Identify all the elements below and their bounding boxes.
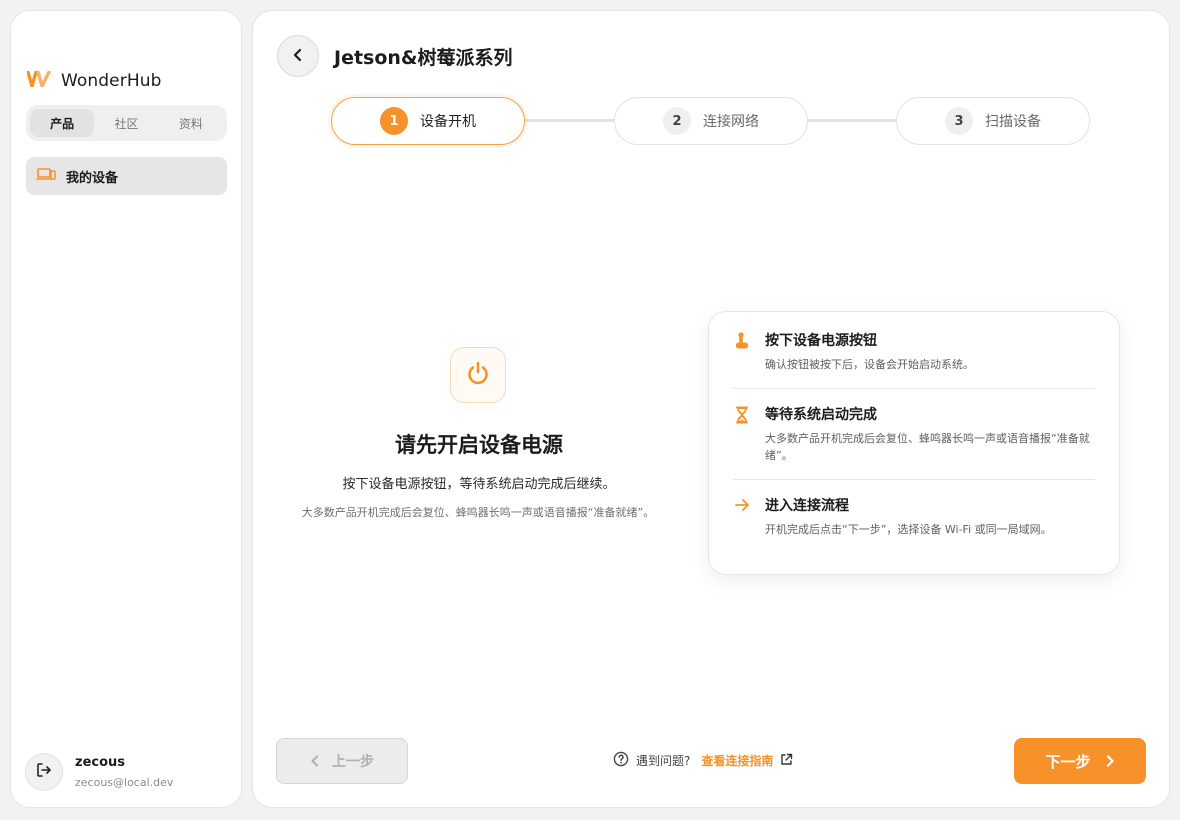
step-scan-devices[interactable]: 3 扫描设备 bbox=[896, 97, 1090, 145]
divider bbox=[733, 479, 1095, 480]
help-section: 遇到问题? 查看连接指南 bbox=[613, 751, 793, 770]
chevron-right-icon bbox=[1105, 752, 1115, 771]
sidebar-item-my-devices[interactable]: 我的设备 bbox=[26, 157, 227, 195]
sidebar-item-label: 我的设备 bbox=[66, 170, 119, 186]
hero-note: 大多数产品开机完成后会复位、蜂鸣器长鸣一声或语音播报“准备就绪”。 bbox=[301, 506, 655, 519]
arrow-right-icon bbox=[734, 497, 750, 538]
user-email: zecous@local.dev bbox=[75, 776, 174, 789]
step-connect-network[interactable]: 2 连接网络 bbox=[614, 97, 808, 145]
section-switcher: 产品 社区 资料 bbox=[26, 105, 227, 141]
instruction-desc: 大多数产品开机完成后会复位、蜂鸣器长鸣一声或语音播报“准备就绪”。 bbox=[765, 432, 1090, 462]
step-number: 1 bbox=[380, 107, 408, 135]
step-connector bbox=[524, 119, 616, 122]
connection-guide-link[interactable]: 查看连接指南 bbox=[701, 752, 773, 769]
instruction-title: 进入连接流程 bbox=[765, 498, 849, 514]
step-label: 连接网络 bbox=[703, 114, 759, 130]
divider bbox=[733, 388, 1095, 389]
wonderhub-logo-icon bbox=[26, 70, 51, 91]
hourglass-icon bbox=[735, 406, 749, 464]
previous-step-button[interactable]: 上一步 bbox=[276, 738, 408, 784]
page-title: Jetson&树莓派系列 bbox=[334, 47, 513, 69]
tab-community[interactable]: 社区 bbox=[94, 109, 158, 137]
help-circle-icon bbox=[613, 751, 629, 770]
instruction-title: 按下设备电源按钮 bbox=[765, 333, 877, 349]
hero-title: 请先开启设备电源 bbox=[395, 433, 563, 457]
instruction-desc: 确认按钮被按下后，设备会开始启动系统。 bbox=[765, 358, 974, 371]
main-panel: Jetson&树莓派系列 1 设备开机 2 连接网络 3 扫描设备 请先开启设备… bbox=[252, 10, 1170, 808]
step-power-on[interactable]: 1 设备开机 bbox=[331, 97, 525, 145]
press-button-icon bbox=[734, 332, 750, 373]
external-link-icon[interactable] bbox=[780, 753, 793, 769]
sidebar: WonderHub 产品 社区 资料 我的设备 zecous zecous@lo… bbox=[10, 10, 242, 808]
hero-subtitle: 按下设备电源按钮，等待系统启动完成后继续。 bbox=[342, 477, 616, 492]
step-label: 设备开机 bbox=[420, 114, 476, 130]
logout-icon bbox=[36, 762, 52, 782]
tab-products[interactable]: 产品 bbox=[30, 109, 95, 137]
devices-icon bbox=[36, 166, 56, 186]
power-icon bbox=[464, 359, 492, 391]
back-button[interactable] bbox=[277, 35, 319, 77]
power-icon-container bbox=[450, 347, 506, 403]
user-name: zecous bbox=[75, 755, 126, 770]
next-step-button[interactable]: 下一步 bbox=[1014, 738, 1146, 784]
logout-button[interactable] bbox=[25, 753, 63, 791]
chevron-left-icon bbox=[310, 752, 320, 771]
step-number: 3 bbox=[945, 107, 973, 135]
next-step-label: 下一步 bbox=[1045, 752, 1091, 771]
instruction-desc: 开机完成后点击“下一步”，选择设备 Wi-Fi 或同一局域网。 bbox=[765, 523, 1052, 536]
instruction-item: 等待系统启动完成 大多数产品开机完成后会复位、蜂鸣器长鸣一声或语音播报“准备就绪… bbox=[733, 404, 1095, 464]
help-text: 遇到问题? bbox=[636, 754, 691, 768]
brand[interactable]: WonderHub bbox=[26, 70, 162, 91]
user-profile: zecous zecous@local.dev bbox=[25, 753, 173, 791]
tab-resources[interactable]: 资料 bbox=[159, 109, 223, 137]
step-connector bbox=[806, 119, 898, 122]
instructions-card: 按下设备电源按钮 确认按钮被按下后，设备会开始启动系统。 等待系统启动完成 大多… bbox=[708, 311, 1120, 575]
instruction-title: 等待系统启动完成 bbox=[765, 407, 877, 423]
chevron-left-icon bbox=[291, 47, 305, 66]
step-number: 2 bbox=[663, 107, 691, 135]
instruction-item: 进入连接流程 开机完成后点击“下一步”，选择设备 Wi-Fi 或同一局域网。 bbox=[733, 495, 1095, 538]
brand-name: WonderHub bbox=[61, 71, 162, 91]
previous-step-label: 上一步 bbox=[332, 754, 374, 770]
instruction-item: 按下设备电源按钮 确认按钮被按下后，设备会开始启动系统。 bbox=[733, 330, 1095, 373]
step-label: 扫描设备 bbox=[985, 114, 1041, 130]
